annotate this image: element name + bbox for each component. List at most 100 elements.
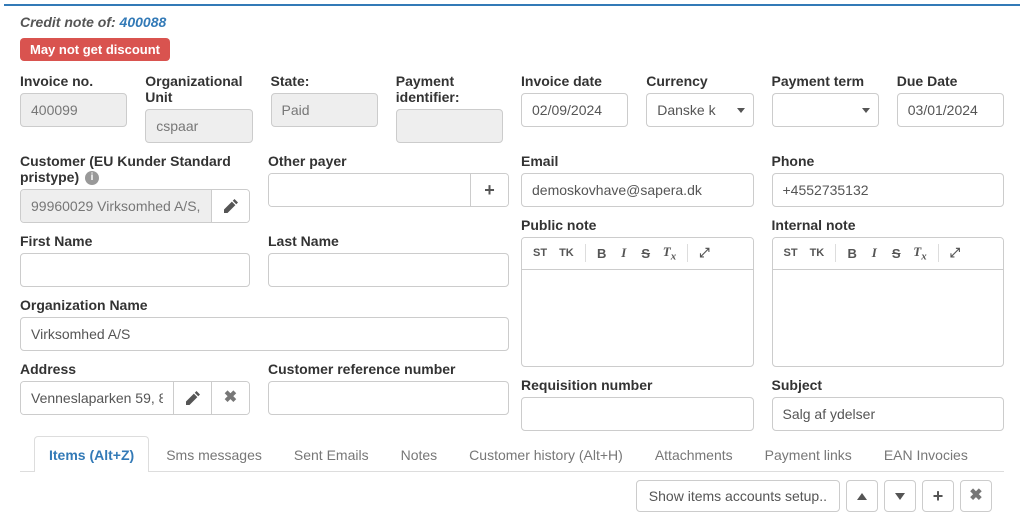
customer-label-text: Customer (EU Kunder Standard pristype) <box>20 153 231 185</box>
tab-attachments[interactable]: Attachments <box>640 436 748 472</box>
clear-format-button[interactable]: Tx <box>658 242 681 265</box>
currency-field: Currency <box>646 73 753 127</box>
currency-dropdown-toggle[interactable] <box>729 93 754 127</box>
left-column: Customer (EU Kunder Standard pristype) i… <box>20 153 503 415</box>
currency-input[interactable] <box>646 93 729 127</box>
subject-input[interactable] <box>772 397 1005 431</box>
toolbar-tk[interactable]: TK <box>554 245 579 261</box>
toolbar-tk[interactable]: TK <box>805 245 830 261</box>
show-items-accounts-button[interactable]: Show items accounts setup.. <box>636 480 840 512</box>
invoice-no-label: Invoice no. <box>20 73 127 89</box>
move-down-button[interactable] <box>884 480 916 512</box>
tab-ean-invoices[interactable]: EAN Invocies <box>869 436 983 472</box>
last-name-input[interactable] <box>268 253 509 287</box>
requisition-input[interactable] <box>521 397 754 431</box>
last-name-label: Last Name <box>268 233 509 249</box>
toolbar-st[interactable]: ST <box>779 245 803 261</box>
payment-identifier-field: Payment identifier: <box>396 73 503 143</box>
invoice-date-label: Invoice date <box>521 73 628 89</box>
other-payer-input[interactable] <box>269 174 470 206</box>
clear-format-button[interactable]: Tx <box>908 242 931 265</box>
tx-sub-icon: x <box>671 251 676 263</box>
org-unit-label: Organizational Unit <box>145 73 252 105</box>
invoice-date-field: Invoice date <box>521 73 628 127</box>
close-icon: ✖ <box>224 390 237 406</box>
payment-identifier-input <box>396 109 503 143</box>
internal-note-textarea[interactable] <box>773 270 1004 366</box>
italic-button[interactable]: I <box>864 243 884 263</box>
cust-ref-input[interactable] <box>268 381 509 415</box>
email-label: Email <box>521 153 754 169</box>
tab-customer-history[interactable]: Customer history (Alt+H) <box>454 436 638 472</box>
email-field: Email <box>521 153 754 207</box>
info-icon[interactable]: i <box>85 171 99 185</box>
first-name-label: First Name <box>20 233 250 249</box>
fullscreen-button[interactable]: ⤢ <box>945 243 965 263</box>
payment-identifier-label: Payment identifier: <box>396 73 503 105</box>
italic-button[interactable]: I <box>614 243 634 263</box>
payment-term-input[interactable] <box>772 93 855 127</box>
tab-items[interactable]: Items (Alt+Z) <box>34 436 149 472</box>
invoice-date-input[interactable] <box>521 93 628 127</box>
credit-note-prefix: Credit note of: <box>20 14 120 30</box>
strike-button[interactable]: S <box>636 244 656 263</box>
toolbar-st[interactable]: ST <box>528 245 552 261</box>
payment-term-dropdown-toggle[interactable] <box>854 93 879 127</box>
tab-notes[interactable]: Notes <box>386 436 453 472</box>
expand-icon: ⤢ <box>699 245 709 260</box>
strike-button[interactable]: S <box>886 244 906 263</box>
remove-item-button[interactable]: ✖ <box>960 480 992 512</box>
phone-label: Phone <box>772 153 1005 169</box>
phone-field: Phone <box>772 153 1005 207</box>
invoice-panel: Credit note of: 400088 May not get disco… <box>4 4 1020 520</box>
tab-payment-links[interactable]: Payment links <box>750 436 867 472</box>
due-date-label: Due Date <box>897 73 1004 89</box>
address-input[interactable] <box>21 382 173 414</box>
tab-sent-emails[interactable]: Sent Emails <box>279 436 384 472</box>
toolbar-separator <box>938 244 939 262</box>
bold-button[interactable]: B <box>842 244 862 263</box>
other-payer-add-button[interactable]: + <box>470 174 508 206</box>
right-column: Email Phone Public note ST TK B I S <box>521 153 1004 431</box>
add-item-button[interactable]: + <box>922 480 954 512</box>
fullscreen-button[interactable]: ⤢ <box>694 243 714 263</box>
org-unit-input <box>145 109 252 143</box>
customer-edit-button[interactable] <box>211 190 249 222</box>
detail-tabs: Items (Alt+Z) Sms messages Sent Emails N… <box>20 435 1004 472</box>
org-name-input[interactable] <box>20 317 509 351</box>
pencil-icon <box>224 199 238 213</box>
org-unit-field: Organizational Unit <box>145 73 252 143</box>
address-label: Address <box>20 361 250 377</box>
internal-note-field: Internal note ST TK B I S Tx ⤢ <box>772 217 1005 367</box>
state-field: State: <box>271 73 378 127</box>
public-note-field: Public note ST TK B I S Tx ⤢ <box>521 217 754 367</box>
phone-input[interactable] <box>772 173 1005 207</box>
plus-icon: + <box>933 487 944 505</box>
customer-label: Customer (EU Kunder Standard pristype) i <box>20 153 250 185</box>
credit-note-link[interactable]: 400088 <box>120 14 167 30</box>
customer-input <box>21 190 211 222</box>
email-input[interactable] <box>521 173 754 207</box>
bold-button[interactable]: B <box>592 244 612 263</box>
toolbar-separator <box>585 244 586 262</box>
chevron-down-icon <box>737 108 745 113</box>
arrow-down-icon <box>895 493 905 500</box>
first-name-input[interactable] <box>20 253 250 287</box>
public-note-textarea[interactable] <box>522 270 753 366</box>
org-name-field: Organization Name <box>20 297 509 351</box>
invoice-no-input <box>20 93 127 127</box>
invoice-no-field: Invoice no. <box>20 73 127 127</box>
subject-field: Subject <box>772 377 1005 431</box>
credit-note-line: Credit note of: 400088 <box>20 14 1004 30</box>
address-clear-button[interactable]: ✖ <box>211 382 249 414</box>
tx-sub-icon: x <box>921 251 926 263</box>
tab-sms[interactable]: Sms messages <box>151 436 277 472</box>
cust-ref-label: Customer reference number <box>268 361 509 377</box>
requisition-label: Requisition number <box>521 377 754 393</box>
close-icon: ✖ <box>969 488 982 504</box>
due-date-input[interactable] <box>897 93 1004 127</box>
other-payer-field: Other payer + <box>268 153 509 223</box>
toolbar-separator <box>687 244 688 262</box>
move-up-button[interactable] <box>846 480 878 512</box>
address-edit-button[interactable] <box>173 382 211 414</box>
